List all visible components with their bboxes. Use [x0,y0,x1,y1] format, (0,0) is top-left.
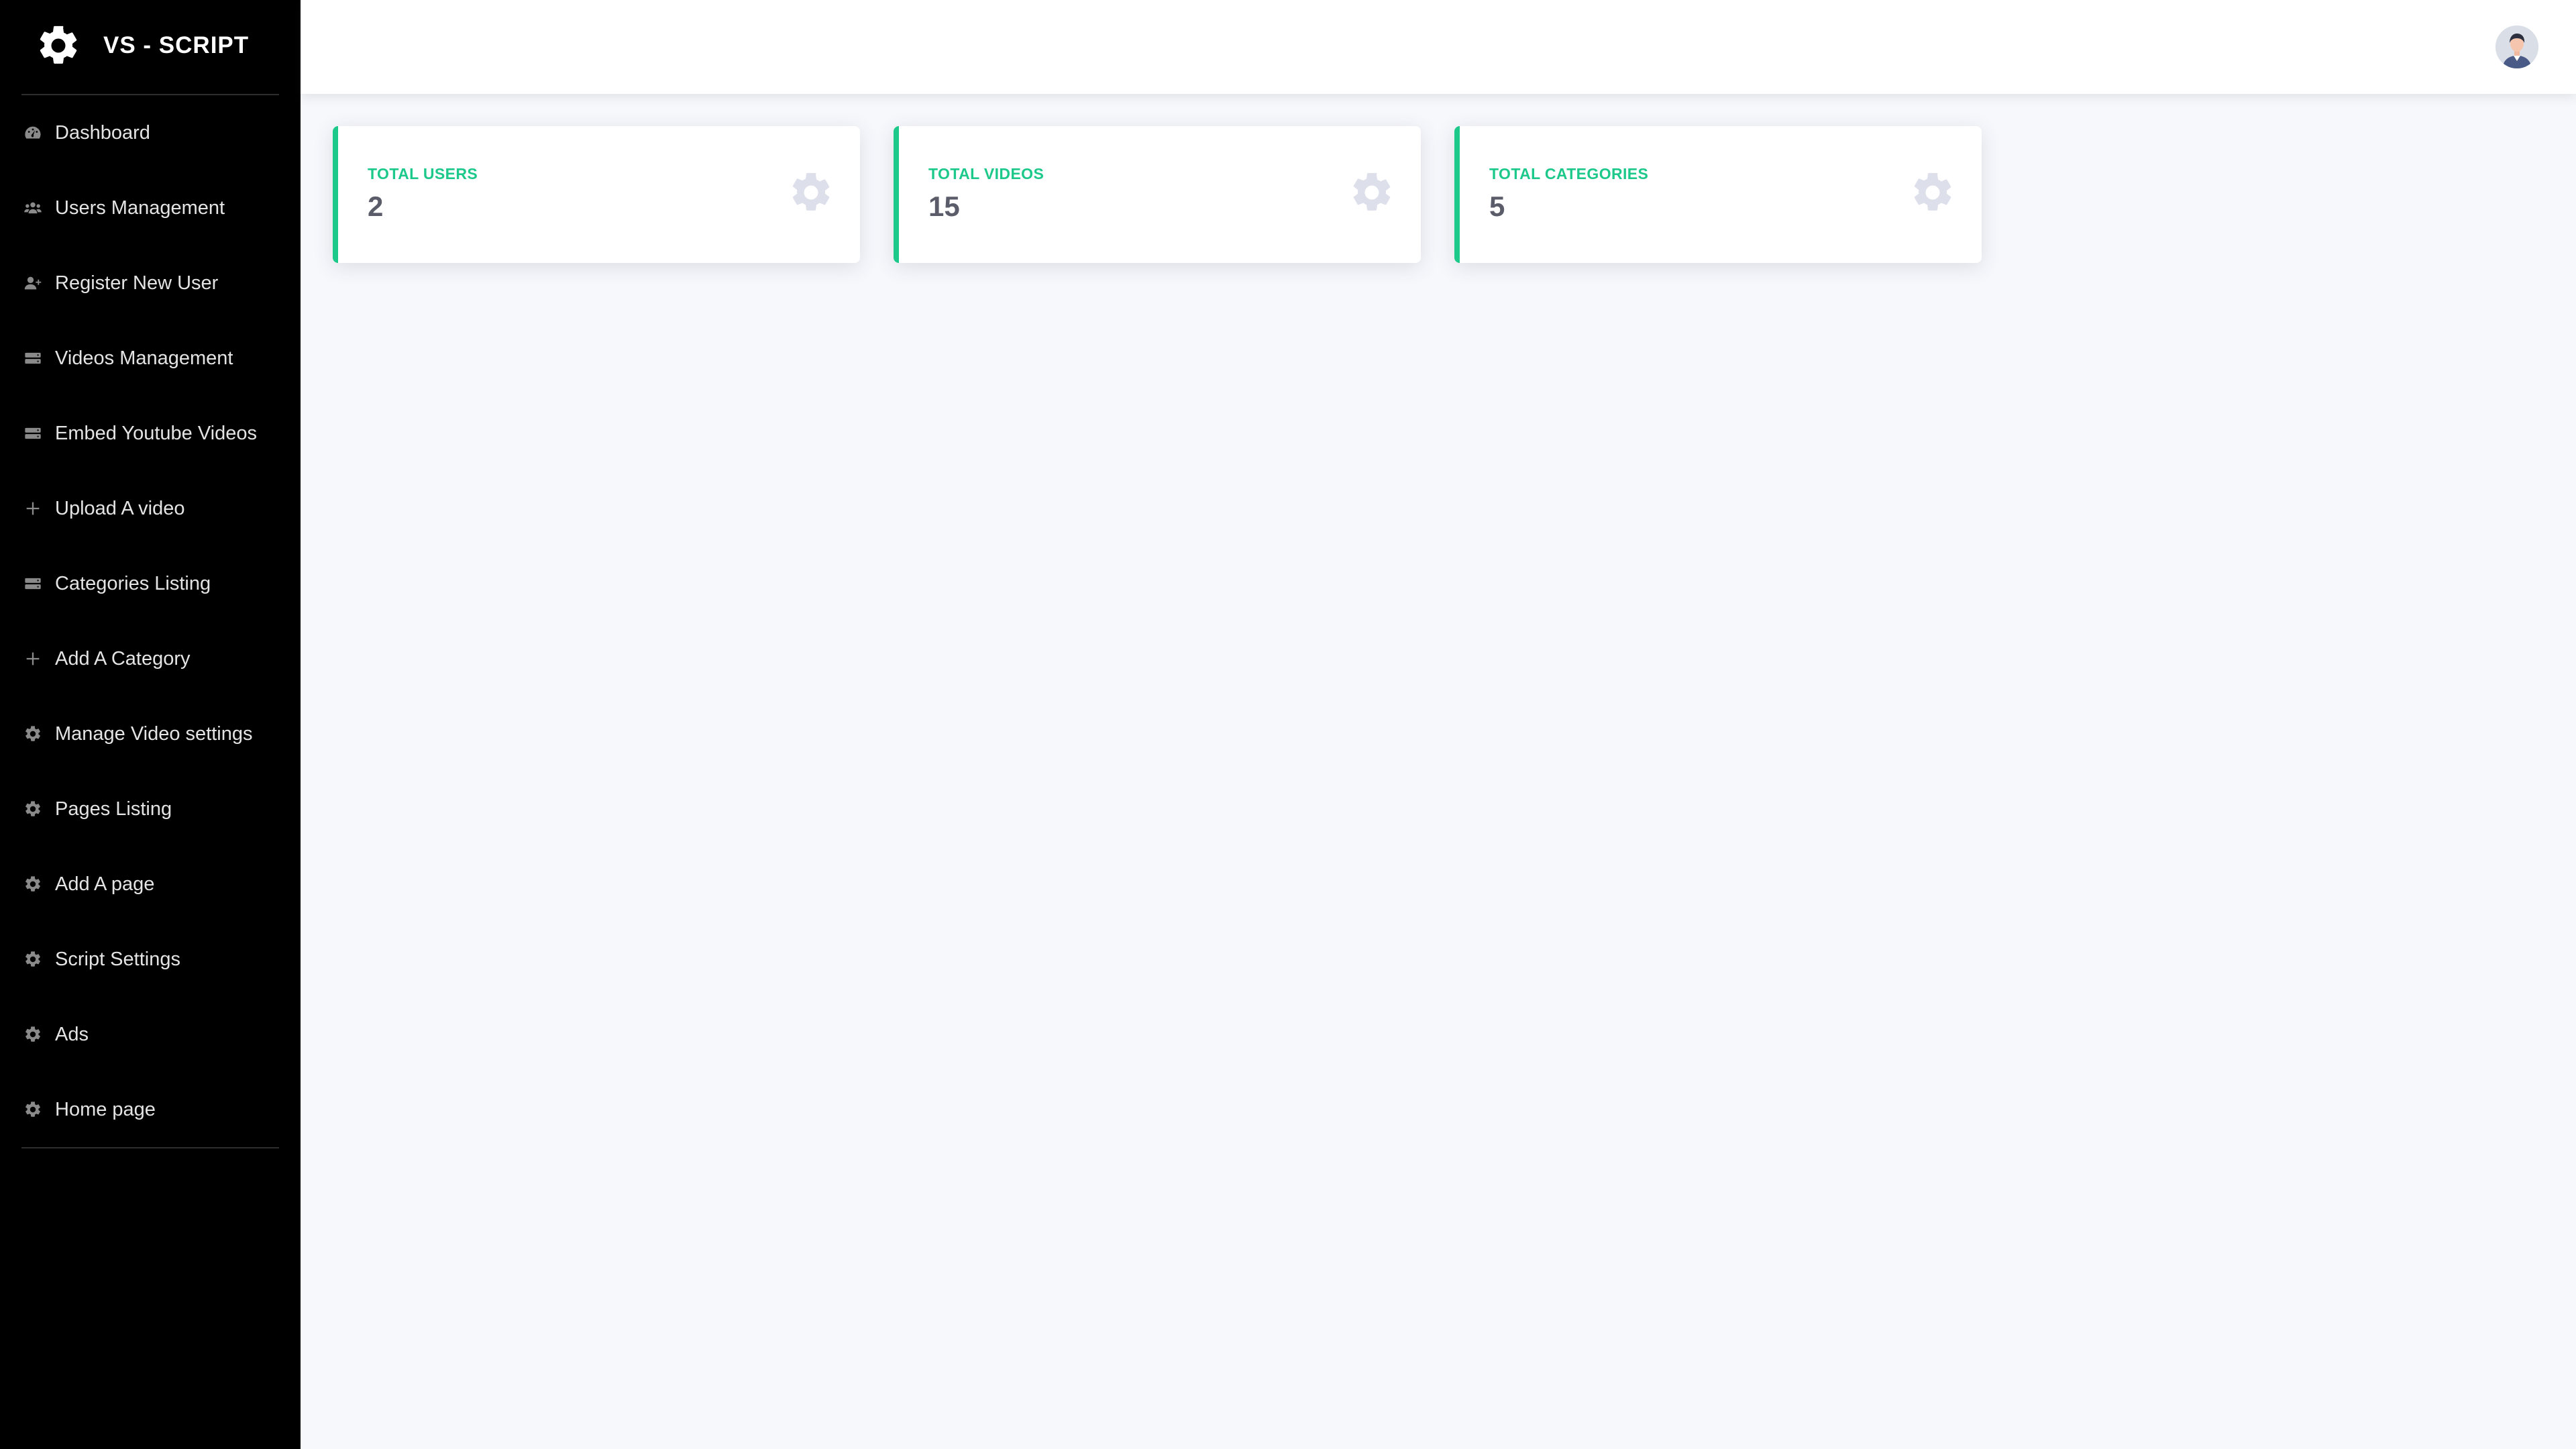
sidebar-item-label: Add A Category [55,647,191,669]
stat-card-value: 2 [368,191,384,222]
sidebar-item-embed-youtube-videos[interactable]: Embed Youtube Videos [0,396,301,471]
gear-icon [21,722,44,745]
stat-card-value: 15 [928,191,960,222]
brand-link[interactable]: VS - SCRIPT [0,0,301,91]
sidebar-item-label: Pages Listing [55,798,172,820]
gear-icon [35,22,82,69]
user-avatar[interactable] [2496,25,2538,68]
sidebar-item-label: Dashboard [55,121,150,144]
sidebar-item-add-a-page[interactable]: Add A page [0,847,301,922]
sidebar-item-users-management[interactable]: Users Management [0,170,301,246]
brand-title: VS - SCRIPT [103,32,250,58]
gear-icon [21,1023,44,1046]
sidebar-nav: Dashboard Users Management Register New Us… [0,95,301,1147]
stat-card-label: TOTAL VIDEOS [928,165,1044,182]
gear-icon [788,169,835,216]
server-icon [21,347,44,370]
sidebar-item-register-new-user[interactable]: Register New User [0,246,301,321]
stat-card-label: TOTAL CATEGORIES [1489,165,1649,182]
stat-card-value: 5 [1489,191,1505,222]
gear-icon [1348,169,1395,216]
sidebar-item-home-page[interactable]: Home page [0,1072,301,1147]
stat-card-label: TOTAL USERS [368,165,478,182]
app-root: VS - SCRIPT Dashboard Users Management Reg… [0,0,2576,1449]
gear-icon [21,798,44,820]
stat-card-categories: TOTAL CATEGORIES 5 [1454,126,1982,263]
user-avatar-icon [2496,25,2538,68]
gear-icon [21,948,44,971]
sidebar-item-upload-a-video[interactable]: Upload A video [0,471,301,546]
sidebar-item-script-settings[interactable]: Script Settings [0,922,301,997]
sidebar-item-categories-listing[interactable]: Categories Listing [0,546,301,621]
sidebar-item-label: Register New User [55,272,219,294]
sidebar-item-label: Categories Listing [55,572,211,594]
sidebar-item-label: Script Settings [55,948,180,970]
plus-icon [21,647,44,670]
plus-icon [21,497,44,520]
sidebar-item-label: Users Management [55,197,225,219]
sidebar-item-label: Embed Youtube Videos [55,422,258,444]
sidebar-item-videos-management[interactable]: Videos Management [0,321,301,396]
gear-icon [21,873,44,896]
gear-icon [21,1098,44,1121]
user-plus-icon [21,272,44,294]
sidebar-item-manage-video-settings[interactable]: Manage Video settings [0,696,301,771]
users-icon [21,197,44,219]
sidebar-item-pages-listing[interactable]: Pages Listing [0,771,301,847]
sidebar-item-add-a-category[interactable]: Add A Category [0,621,301,696]
topbar [301,0,2576,94]
sidebar-item-ads[interactable]: Ads [0,997,301,1072]
tachometer-icon [21,121,44,144]
server-icon [21,422,44,445]
sidebar-divider-bottom [21,1147,279,1148]
stat-card-videos: TOTAL VIDEOS 15 [894,126,1421,263]
stat-card-users: TOTAL USERS 2 [333,126,860,263]
sidebar-item-dashboard[interactable]: Dashboard [0,95,301,170]
sidebar-item-label: Upload A video [55,497,185,519]
sidebar-item-label: Manage Video settings [55,722,253,745]
sidebar: VS - SCRIPT Dashboard Users Management Reg… [0,0,301,1449]
sidebar-item-label: Home page [55,1098,156,1120]
sidebar-item-label: Ads [55,1023,89,1045]
server-icon [21,572,44,595]
sidebar-item-label: Videos Management [55,347,233,369]
gear-icon [1909,169,1956,216]
sidebar-item-label: Add A page [55,873,155,895]
